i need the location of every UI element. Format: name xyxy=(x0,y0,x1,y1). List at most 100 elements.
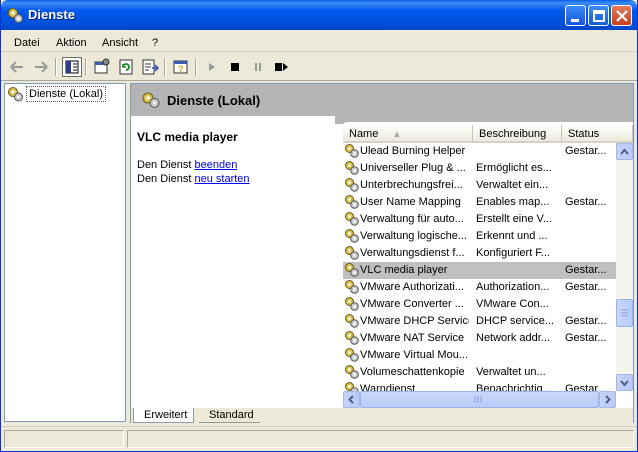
stop-service-line: Den Dienst beenden xyxy=(137,159,237,171)
service-name: Unterbrechungsfrei... xyxy=(360,179,463,191)
stop-icon xyxy=(231,63,239,71)
minimize-button[interactable] xyxy=(565,5,586,26)
pane-title: Dienste (Lokal) xyxy=(167,93,261,108)
service-status: Gestar... xyxy=(565,332,607,344)
scroll-up-button[interactable] xyxy=(616,143,633,160)
status-panel-right xyxy=(127,430,634,448)
service-name: Universeller Plug & ... xyxy=(360,162,466,174)
table-row[interactable]: Warndienst Benachrichtig... Gestar... xyxy=(343,381,616,391)
play-icon xyxy=(209,63,215,71)
scroll-left-button[interactable] xyxy=(343,391,360,408)
service-status: Gestar... xyxy=(565,315,607,327)
service-gear-icon xyxy=(344,381,360,391)
service-description: Authorization... xyxy=(476,281,550,293)
title-bar[interactable]: Dienste xyxy=(1,0,637,30)
menu-aktion[interactable]: Aktion xyxy=(56,37,87,49)
table-row[interactable]: VMware Virtual Mou... xyxy=(343,347,616,364)
stop-prefix: Den Dienst xyxy=(137,159,192,171)
forward-button[interactable] xyxy=(31,57,51,77)
services-window: Dienste Datei Aktion Ansicht ? ? Dienste… xyxy=(0,0,638,452)
stop-service-button[interactable] xyxy=(225,57,245,77)
column-header-description[interactable]: Beschreibung xyxy=(473,125,562,143)
restart-service-button[interactable] xyxy=(271,57,291,77)
service-name: Verwaltungsdienst f... xyxy=(360,247,465,259)
toolbar-separator xyxy=(85,58,87,76)
properties-button[interactable] xyxy=(92,57,112,77)
sort-ascending-icon: ▲ xyxy=(392,129,402,139)
window-title: Dienste xyxy=(28,7,75,22)
help-button[interactable]: ? xyxy=(171,57,191,77)
column-header-status[interactable]: Status xyxy=(562,125,633,143)
show-hide-tree-button[interactable] xyxy=(62,57,82,77)
view-tabs: Erweitert Standard xyxy=(131,408,633,423)
services-gear-icon xyxy=(8,8,23,23)
list-header: Name ▲ Beschreibung Status xyxy=(343,125,633,143)
refresh-icon xyxy=(119,59,133,75)
console-tree-icon xyxy=(65,60,79,74)
scroll-right-button[interactable] xyxy=(599,391,616,408)
selected-service-title: VLC media player xyxy=(137,130,238,144)
service-name: VMware Converter ... xyxy=(360,298,464,310)
table-row[interactable]: Ulead Burning Helper Gestar... xyxy=(343,143,616,160)
stop-service-link[interactable]: beenden xyxy=(194,159,237,171)
restart-prefix: Den Dienst xyxy=(137,173,192,185)
table-row[interactable]: Verwaltung für auto... Erstellt eine V... xyxy=(343,211,616,228)
chevron-left-icon xyxy=(348,395,354,404)
status-bar xyxy=(1,426,637,450)
pane-header: Dienste (Lokal) xyxy=(131,84,633,116)
table-row[interactable]: VMware DHCP Service DHCP service... Gestar… xyxy=(343,313,616,330)
table-row[interactable]: VLC media player Gestar... xyxy=(343,262,616,279)
service-description: Benachrichtig... xyxy=(476,383,552,391)
toolbar-separator xyxy=(164,58,166,76)
export-list-button[interactable] xyxy=(140,57,160,77)
table-row[interactable]: Verwaltung logische... Erkennt und ... xyxy=(343,228,616,245)
refresh-button[interactable] xyxy=(116,57,136,77)
pause-service-button[interactable] xyxy=(248,57,268,77)
scroll-down-button[interactable] xyxy=(616,374,633,391)
table-row[interactable]: Universeller Plug & ... Ermöglicht es... xyxy=(343,160,616,177)
vertical-scrollbar[interactable] xyxy=(616,143,633,391)
tab-erweitert[interactable]: Erweitert xyxy=(133,408,195,423)
back-button[interactable] xyxy=(7,57,27,77)
back-arrow-icon xyxy=(10,61,23,73)
menu-datei[interactable]: Datei xyxy=(14,37,40,49)
service-name: VMware Virtual Mou... xyxy=(360,349,469,361)
export-list-icon xyxy=(142,59,160,75)
chevron-right-icon xyxy=(605,395,611,404)
service-name: User Name Mapping xyxy=(360,196,461,208)
menu-bar: Datei Aktion Ansicht ? xyxy=(1,30,637,52)
start-service-button[interactable] xyxy=(202,57,222,77)
maximize-button[interactable] xyxy=(588,5,609,26)
maximize-icon xyxy=(593,10,605,22)
service-description: Konfiguriert F... xyxy=(476,247,550,259)
service-description: Network addr... xyxy=(476,332,550,344)
horizontal-scroll-thumb[interactable] xyxy=(360,391,599,408)
table-row[interactable]: VMware NAT Service Network addr... Gestar.… xyxy=(343,330,616,347)
restart-service-link[interactable]: neu starten xyxy=(194,173,249,185)
service-description: Erkennt und ... xyxy=(476,230,548,242)
column-header-name[interactable]: Name ▲ xyxy=(343,125,473,143)
close-button[interactable] xyxy=(611,5,632,26)
service-name: Volumeschattenkopie xyxy=(360,366,465,378)
table-row[interactable]: VMware Converter ... VMware Con... xyxy=(343,296,616,313)
table-row[interactable]: Unterbrechungsfrei... Verwaltet ein... xyxy=(343,177,616,194)
services-gear-icon xyxy=(8,87,23,102)
table-row[interactable]: VMware Authorizati... Authorization... Ges… xyxy=(343,279,616,296)
column-label: Name xyxy=(349,128,379,140)
vertical-scroll-thumb[interactable] xyxy=(616,299,633,327)
horizontal-scrollbar[interactable] xyxy=(343,391,616,408)
svg-text:?: ? xyxy=(178,64,184,74)
list-rows: Ulead Burning Helper Gestar... Universelle… xyxy=(343,143,616,391)
grip-icon xyxy=(621,309,628,317)
menu-help[interactable]: ? xyxy=(152,37,158,49)
table-row[interactable]: User Name Mapping Enables map... Gestar... xyxy=(343,194,616,211)
service-description: Enables map... xyxy=(476,196,550,208)
table-row[interactable]: Volumeschattenkopie Verwaltet un... xyxy=(343,364,616,381)
minimize-icon xyxy=(571,19,579,22)
menu-ansicht[interactable]: Ansicht xyxy=(102,37,138,49)
tab-standard[interactable]: Standard xyxy=(199,408,260,423)
table-row[interactable]: Verwaltungsdienst f... Konfiguriert F... xyxy=(343,245,616,262)
service-description: Ermöglicht es... xyxy=(476,162,552,174)
service-description: VMware Con... xyxy=(476,298,549,310)
service-name: Verwaltung für auto... xyxy=(360,213,464,225)
